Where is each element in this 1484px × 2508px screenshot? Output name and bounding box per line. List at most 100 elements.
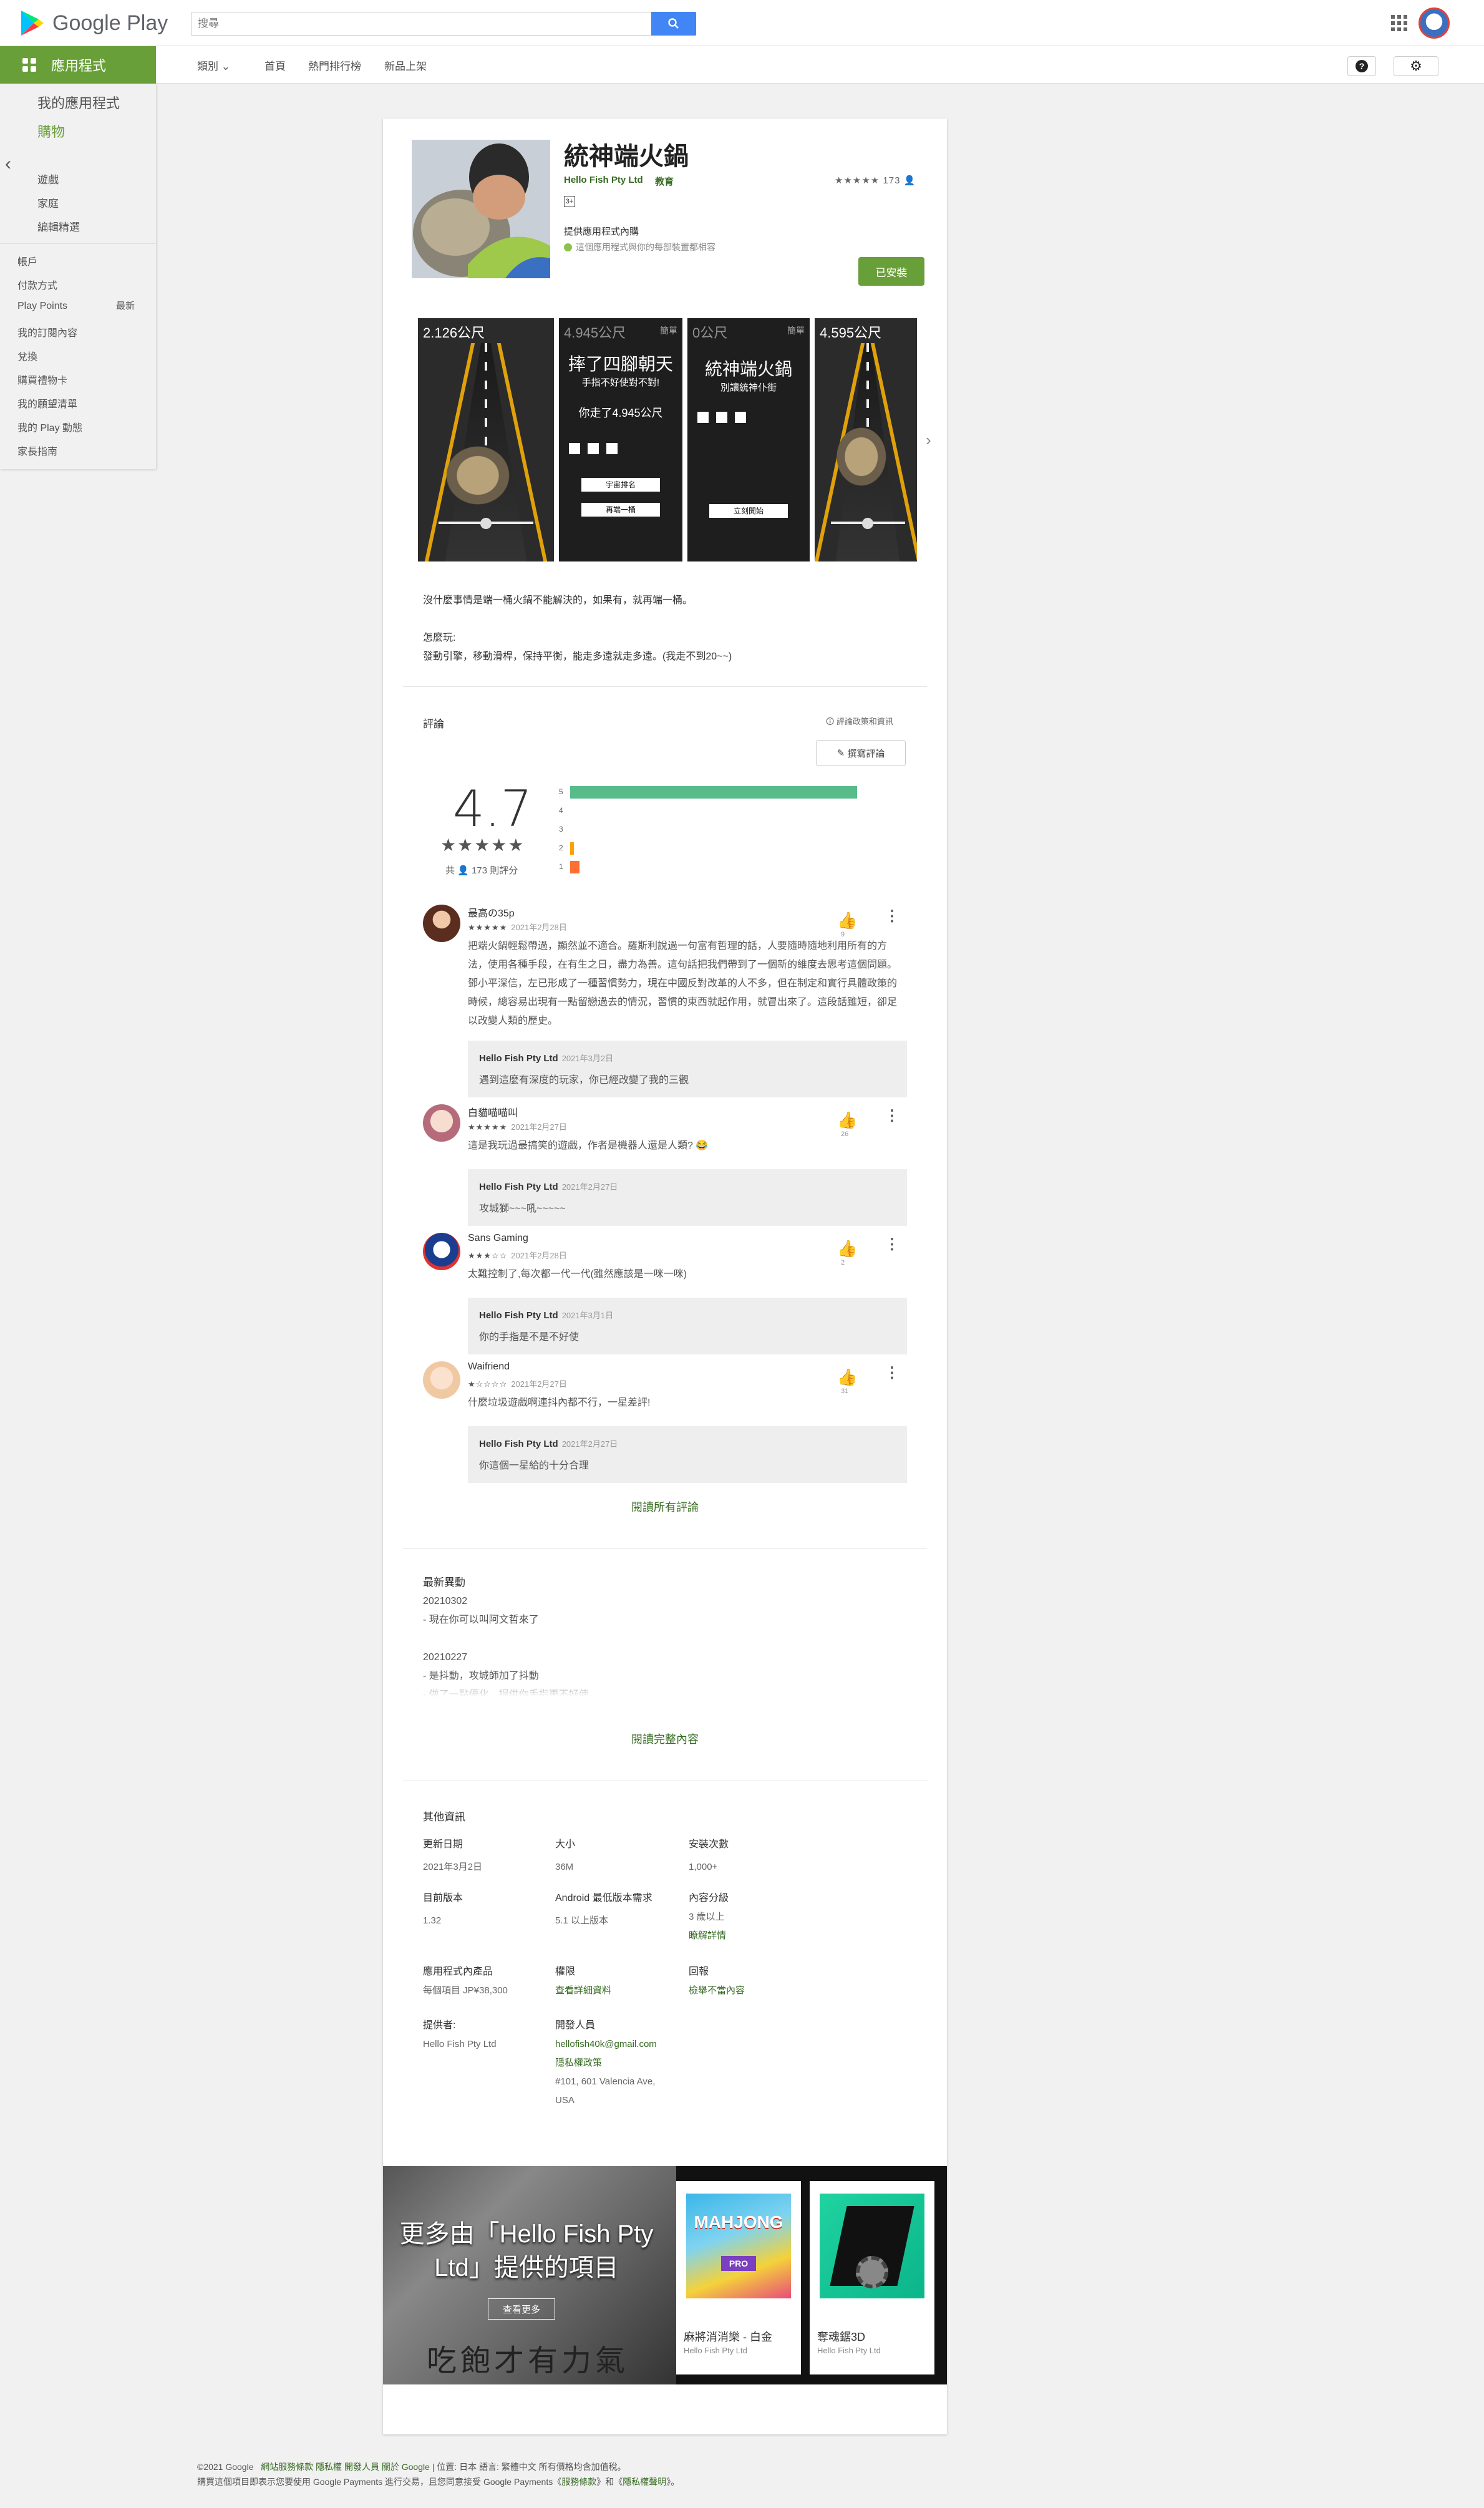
review-stars: ★★★★★ 2021年2月27日 — [468, 1122, 567, 1132]
account-avatar[interactable] — [1419, 7, 1450, 39]
screenshot-button: 立刻開始 — [709, 504, 788, 518]
privacy-link[interactable]: 隱私權 — [316, 2462, 342, 2472]
sidebar-item-games[interactable]: 遊戲 — [37, 171, 59, 187]
more-options-icon[interactable]: ⋮ — [885, 907, 900, 925]
thumbs-up-icon[interactable]: 👍 — [837, 1111, 857, 1130]
more-options-icon[interactable]: ⋮ — [885, 1364, 900, 1382]
read-more-link[interactable]: 閱讀完整內容 — [383, 1731, 947, 1747]
more-options-icon[interactable]: ⋮ — [885, 1235, 900, 1253]
category-link[interactable]: 教育 — [655, 175, 674, 188]
sidebar-item-editors-choice[interactable]: 編輯精選 — [37, 218, 80, 234]
developers-link[interactable]: 開發人員 — [344, 2462, 379, 2472]
sidebar-item-gift-card[interactable]: 購買禮物卡 — [17, 372, 67, 387]
sidebar-item-parent-guide[interactable]: 家長指南 — [17, 443, 57, 458]
app-card-developer: Hello Fish Pty Ltd — [684, 2346, 747, 2355]
write-review-button[interactable]: ✎ 撰寫評論 — [816, 740, 906, 766]
screenshot-subtitle: 別讓統神仆街 — [720, 382, 777, 393]
helpful-count: 31 — [841, 1388, 849, 1395]
search-input[interactable] — [191, 12, 696, 36]
brand-name: Google Play — [52, 11, 168, 35]
footer-suffix: 》。 — [666, 2477, 680, 2487]
see-more-button[interactable]: 查看更多 — [488, 2298, 555, 2320]
person-icon: 👤 — [903, 175, 916, 186]
whats-new-line: - 做了一點優化，提供你手指更不好使 — [423, 1689, 589, 1697]
rating-total: 共 👤 173 則評分 — [445, 865, 518, 876]
search-button[interactable] — [651, 12, 696, 36]
screenshot-carousel[interactable]: 2.126公尺 4.945公尺 簡單 摔了四腳朝天 手指不好使對不對! 你走了4… — [418, 318, 917, 561]
sidebar-item-subscriptions[interactable]: 我的訂閱內容 — [17, 324, 77, 339]
apps-grid-icon — [22, 58, 36, 72]
developer-link[interactable]: Hello Fish Pty Ltd — [564, 175, 643, 185]
description-line: 發動引擎，移動滑桿，保持平衡，能走多遠就走多遠。(我走不到20~~) — [423, 651, 732, 662]
categories-dropdown[interactable]: 類別 ⌄ — [197, 57, 230, 73]
help-button[interactable]: ? — [1347, 56, 1376, 76]
developer-email-link[interactable]: hellofish40k@gmail.com — [555, 2035, 705, 2054]
thumbs-up-icon[interactable]: 👍 — [837, 1239, 857, 1258]
chevron-left-icon[interactable]: ‹ — [5, 153, 11, 175]
helpful-count: 2 — [841, 1259, 845, 1266]
apps-tab[interactable]: 應用程式 — [0, 46, 156, 84]
about-google-link[interactable]: 關於 Google — [382, 2462, 430, 2472]
sidebar-item-activity[interactable]: 我的 Play 動態 — [17, 419, 82, 434]
privacy-policy-link[interactable]: 隱私權政策 — [555, 2054, 705, 2073]
flag-inappropriate-link[interactable]: 檢舉不當內容 — [689, 1981, 813, 2000]
review-text: 這是我玩過最搞笑的遊戲，作者是機器人還是人類? 😂 — [468, 1140, 709, 1151]
nav-new-releases[interactable]: 新品上架 — [384, 57, 427, 73]
description-line: 怎麼玩: — [423, 633, 456, 643]
sidebar-item-shop[interactable]: 購物 — [37, 121, 65, 141]
sidebar-item-account[interactable]: 帳戶 — [17, 253, 37, 268]
payments-terms-link[interactable]: 服務條款 — [561, 2477, 596, 2487]
screenshot-distance: 0公尺 — [692, 325, 728, 341]
info-report: 回報 檢舉不當內容 — [689, 1963, 813, 2000]
whats-new-heading: 最新異動 — [423, 1577, 465, 1588]
help-icon: ? — [1355, 60, 1368, 72]
play-logo-icon — [21, 11, 44, 36]
installed-button[interactable]: 已安裝 — [858, 257, 924, 286]
whats-new-body: 20210302 - 現在你可以叫阿文哲來了 20210227 - 是抖動，攻城師加… — [423, 1592, 909, 1697]
screenshot[interactable]: 4.595公尺 — [815, 318, 917, 561]
app-description: 沒什麼事情是端一桶火鍋不能解決的，如果有，就再端一桶。 怎麼玩: 發動引擎，移動… — [423, 591, 909, 666]
screenshot[interactable]: 2.126公尺 — [418, 318, 554, 561]
google-apps-icon[interactable] — [1391, 15, 1407, 31]
developer-reply: Hello Fish Pty Ltd 2021年3月1日 你的手指是不是不好使 — [468, 1298, 907, 1354]
settings-button[interactable]: ⚙ — [1394, 56, 1438, 76]
check-icon — [564, 243, 572, 251]
info-developer: 開發人員 hellofish40k@gmail.com 隱私權政策 #101, … — [555, 2016, 705, 2110]
nav-home[interactable]: 首頁 — [264, 57, 286, 73]
read-all-reviews-link[interactable]: 閱讀所有評論 — [383, 1499, 947, 1515]
new-badge: 最新 — [116, 301, 135, 311]
chevron-right-icon[interactable]: › — [926, 430, 931, 450]
sidebar-item-payment[interactable]: 付款方式 — [17, 277, 57, 292]
thumbs-up-icon[interactable]: 👍 — [837, 1368, 857, 1387]
payments-privacy-link[interactable]: 隱私權聲明 — [623, 2477, 666, 2487]
sidebar-item-my-apps[interactable]: 我的應用程式 — [37, 92, 120, 112]
app-card[interactable]: 奪魂鋸3D Hello Fish Pty Ltd — [810, 2181, 934, 2374]
screenshot[interactable]: 0公尺 簡單 統神端火鍋 別讓統神仆街 立刻開始 — [687, 318, 810, 561]
screenshot-title: 統神端火鍋 — [704, 359, 792, 379]
additional-info-heading: 其他資訊 — [423, 1811, 465, 1823]
nav-top-charts[interactable]: 熱門排行榜 — [308, 57, 361, 73]
thumbs-up-icon[interactable]: 👍 — [837, 911, 857, 930]
sidebar-item-play-points[interactable]: Play Points — [17, 301, 67, 312]
sidebar-item-wishlist[interactable]: 我的願望清單 — [17, 396, 77, 411]
more-options-icon[interactable]: ⋮ — [885, 1107, 900, 1125]
whats-new-line: 20210227 — [423, 1652, 468, 1663]
sidebar-item-family[interactable]: 家庭 — [37, 195, 59, 210]
app-card[interactable]: MAHJONG PRO 麻將消消樂 - 白金 Hello Fish Pty Lt… — [676, 2181, 801, 2374]
review-item: Sans Gaming ★★★☆☆ 2021年2月28日 太難控制了,每次都一代一… — [423, 1233, 907, 1354]
compatibility-note: 這個應用程式與你的每部裝置都相容 — [564, 241, 715, 253]
review-policy-link[interactable]: 🛈 評論政策和資訊 — [826, 715, 893, 730]
google-play-logo[interactable]: Google Play — [20, 9, 168, 37]
info-size: 大小 36M — [555, 1839, 576, 1872]
learn-more-link[interactable]: 瞭解詳情 — [689, 1927, 813, 1945]
histogram-bar — [570, 786, 857, 799]
app-title: 統神端火鍋 — [564, 143, 689, 170]
screenshot-title: 摔了四腳朝天 — [568, 354, 673, 374]
screenshot[interactable]: 4.945公尺 簡單 摔了四腳朝天 手指不好使對不對! 你走了4.945公尺 宇… — [559, 318, 682, 561]
terms-link[interactable]: 網站服務條款 — [261, 2462, 313, 2472]
sidebar-item-redeem[interactable]: 兌換 — [17, 348, 37, 363]
review-stars: ★☆☆☆☆ 2021年2月27日 — [468, 1379, 567, 1389]
info-android: Android 最低版本需求 5.1 以上版本 — [555, 1893, 652, 1926]
view-details-link[interactable]: 查看詳細資料 — [555, 1981, 680, 2000]
review-item: Waifriend ★☆☆☆☆ 2021年2月27日 什麼垃圾遊戲啊連抖內都不行，… — [423, 1361, 907, 1483]
